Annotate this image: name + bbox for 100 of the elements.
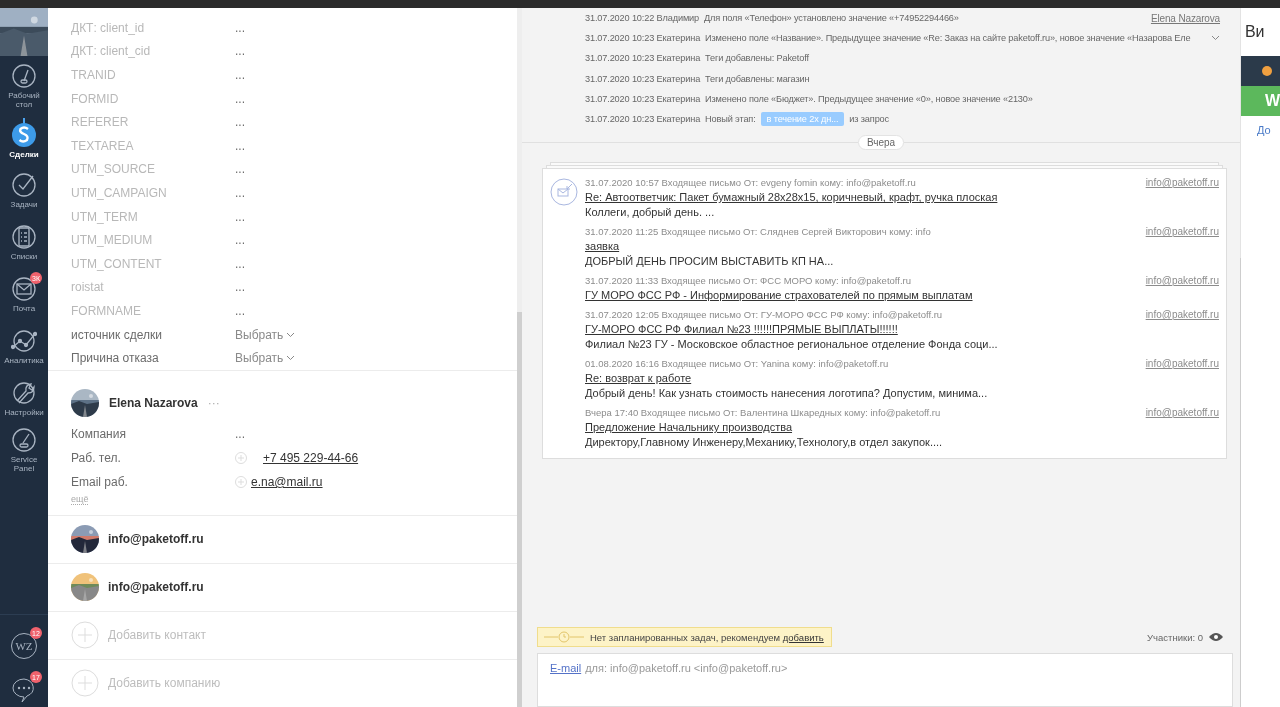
field-label: Причина отказа	[71, 351, 160, 366]
field-label: ДКТ: client_id	[71, 20, 146, 35]
email-meta: 31.07.2020 12:05 Входящее письмо От: ГУ-МОРО ФСС РФ кому: info@paketoff.ru	[585, 309, 943, 321]
nav-item[interactable]: Настройки	[0, 372, 48, 424]
nav-item[interactable]: Сделки	[0, 112, 48, 164]
contact-link[interactable]: Elena Nazarova	[1150, 12, 1220, 24]
add-task-link[interactable]: добавить	[782, 631, 824, 643]
email-subject[interactable]: заявка	[585, 240, 620, 253]
field-label: roistat	[71, 280, 105, 295]
field-label: Раб. тел.	[71, 450, 122, 465]
clock-icon	[544, 631, 584, 643]
field-value: ...	[235, 115, 245, 130]
field-value: ...	[235, 303, 245, 318]
field-value: ...	[235, 138, 245, 153]
message-composer[interactable]: E-mail для: info@paketoff.ru <info@paketoff.ru>	[537, 653, 1233, 707]
recipient-link[interactable]: info@paketoff.ru	[1145, 177, 1219, 189]
plus-icon[interactable]	[235, 451, 247, 464]
plus-icon[interactable]	[71, 669, 99, 698]
nav-item[interactable]: Списки	[0, 216, 48, 268]
field-label: UTM_MEDIUM	[71, 233, 154, 248]
nav-item[interactable]: Рабочий стол	[0, 60, 48, 112]
history-text: Изменено поле «Бюджет». Предыдущее значение «0», новое значение «2130»	[705, 93, 1033, 104]
chevron-down-icon	[1211, 35, 1220, 42]
recipient-link[interactable]: info@paketoff.ru	[1145, 309, 1219, 321]
field-value: ...	[235, 91, 245, 106]
history-date: 31.07.2020 10:23 Екатерина	[585, 53, 701, 64]
email-preview: Добрый день! Как узнать стоимость нанесения логотипа? Допустим, минима...	[585, 387, 989, 400]
message-type-link[interactable]: E-mail	[550, 662, 582, 674]
history-text: из запрос	[849, 114, 890, 125]
contact-name[interactable]: info@paketoff.ru	[108, 580, 204, 595]
field-label: UTM_CAMPAIGN	[71, 185, 168, 200]
field-value: ...	[235, 280, 245, 295]
history-text: Теги добавлены: Paketoff	[705, 53, 809, 64]
field-value: ...	[235, 426, 245, 441]
panel-link[interactable]: До	[1240, 116, 1280, 136]
contact-name[interactable]: Elena Nazarova	[109, 395, 198, 410]
field-value: ...	[235, 209, 245, 224]
email-subject[interactable]: Предложение Начальнику производства	[585, 421, 793, 434]
history-text: Для поля «Телефон» установлено значение «+74952294466»	[704, 13, 960, 24]
recipient-link[interactable]: info@paketoff.ru	[1145, 358, 1219, 370]
field-label: источник сделки	[71, 327, 163, 342]
chevron-down-icon	[286, 331, 296, 338]
history-text: Теги добавлены: магазин	[705, 73, 810, 84]
field-label: UTM_TERM	[71, 209, 139, 224]
email-subject[interactable]: Re: Автоответчик: Пакет бумажный 28x28x15, коричневый, крафт, ручка плоская	[585, 191, 998, 204]
date-separator: Вчера	[857, 135, 905, 151]
email-preview: ДОБРЫЙ ДЕНЬ ПРОСИМ ВЫСТАВИТЬ КП НА...	[585, 255, 835, 268]
field-label: FORMNAME	[71, 303, 142, 318]
field-label: UTM_CONTENT	[71, 256, 163, 271]
field-label: TRANID	[71, 68, 117, 82]
history-date: 31.07.2020 10:22 Владимир	[585, 13, 699, 24]
email-meta: 31.07.2020 11:33 Входящее письмо От: ФСС МОРО кому: info@paketoff.ru	[585, 275, 911, 287]
dollar-icon	[11, 117, 37, 148]
email-meta: 31.07.2020 10:57 Входящее письмо От: evgeny fomin кому: info@paketoff.ru	[585, 177, 916, 189]
field-value: ...	[235, 256, 245, 271]
nav-item[interactable]: Service Panel	[0, 424, 48, 476]
nav-item[interactable]: Аналитика	[0, 320, 48, 372]
email-preview: Филиал №23 ГУ - Московское областное региональное отделение Фонда соци...	[585, 338, 999, 351]
email-meta: 31.07.2020 11:25 Входящее письмо От: Сляднев Сергей Викторович кому: info	[585, 226, 931, 238]
field-label: REFERER	[71, 115, 130, 130]
field-value: ...	[235, 68, 245, 82]
field-label: FORMID	[71, 91, 120, 106]
email-subject[interactable]: ГУ МОРО ФСС РФ - Информирование страхователей по прямым выплатам	[585, 289, 973, 302]
panel-title: Ви	[1243, 22, 1266, 42]
chevron-down-icon	[286, 355, 296, 362]
recipient-link[interactable]: info@paketoff.ru	[1145, 226, 1219, 238]
history-date: 31.07.2020 10:23 Екатерина	[585, 93, 701, 104]
field-value: ...	[235, 44, 245, 59]
chart-icon	[11, 327, 37, 354]
recipient-link[interactable]: info@paketoff.ru	[1145, 275, 1219, 287]
field-value: ...	[235, 233, 245, 248]
plus-icon[interactable]	[235, 475, 247, 488]
list-icon	[11, 223, 37, 250]
select-field[interactable]: Выбрать	[235, 327, 296, 342]
notice-text: Нет запланированных задач, рекомендуем добавить	[590, 631, 824, 643]
plus-icon[interactable]	[71, 621, 99, 650]
contact-name[interactable]: info@paketoff.ru	[108, 532, 204, 547]
field-label: Email раб.	[71, 474, 129, 489]
email-preview: Директору,Главному Инженеру,Механику,Технологу,в отдел закупок....	[585, 436, 944, 449]
history-date: 31.07.2020 10:23 Екатерина	[585, 33, 701, 44]
field-label: ДКТ: client_cid	[71, 44, 152, 59]
incoming-mail-icon	[550, 178, 578, 207]
participants-count: Участники: 0	[1147, 631, 1203, 643]
recipient-text: для: info@paketoff.ru <info@paketoff.ru>	[585, 662, 788, 674]
email-subject[interactable]: Re: возврат к работе	[585, 372, 692, 385]
field-value: ...	[235, 20, 245, 35]
eye-icon[interactable]	[1209, 632, 1223, 642]
history-date: 31.07.2020 10:23 Екатерина	[585, 73, 701, 84]
field-label: Компания	[71, 426, 127, 441]
phone-link[interactable]: +7 495 229-44-66	[263, 450, 359, 465]
recipient-link[interactable]: info@paketoff.ru	[1145, 407, 1219, 419]
nav-item[interactable]: Задачи	[0, 164, 48, 216]
check-icon	[11, 171, 37, 198]
history-date: 31.07.2020 10:23 Екатерина	[585, 114, 701, 125]
wrench-icon	[11, 379, 37, 406]
email-subject[interactable]: ГУ-МОРО ФСС РФ Филиал №23 !!!!!!ПРЯМЫЕ ВЫПЛАТЫ!!!!!!	[585, 323, 898, 336]
gauge-icon	[11, 63, 37, 89]
email-link[interactable]: e.na@mail.ru	[251, 474, 323, 489]
select-field[interactable]: Выбрать	[235, 351, 296, 366]
email-meta: 01.08.2020 16:16 Входящее письмо От: Yanina кому: info@paketoff.ru	[585, 358, 889, 370]
